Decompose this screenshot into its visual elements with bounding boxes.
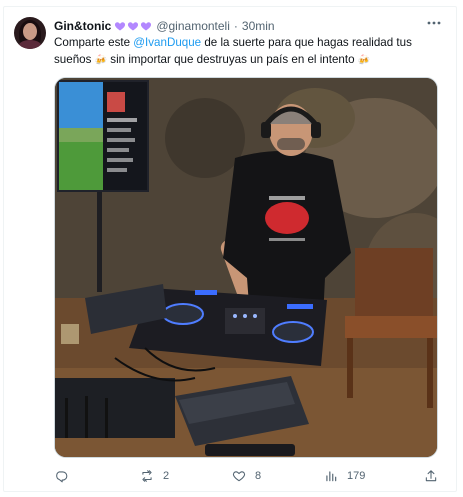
- author-avatar[interactable]: [14, 17, 46, 49]
- beer-emoji-icon: 🍻: [94, 54, 108, 66]
- more-options-icon[interactable]: [426, 15, 442, 31]
- tweet-header: Gin&tonic @ginamonteli · 30min: [54, 17, 275, 35]
- mention-link[interactable]: @IvanDuque: [133, 36, 201, 49]
- separator-dot: ·: [233, 19, 238, 33]
- photo-dj-icon: [55, 78, 437, 457]
- purple-heart-icon: [141, 22, 152, 31]
- purple-heart-icon: [128, 22, 139, 31]
- tweet-text-before: Comparte este: [54, 36, 134, 49]
- author-handle[interactable]: @ginamonteli: [156, 19, 230, 33]
- retweet-count: 2: [163, 470, 170, 482]
- reply-icon: [56, 471, 68, 483]
- retweet-button[interactable]: 2: [140, 465, 169, 487]
- tweet-text-after: sin importar que destruyas un país en el…: [107, 52, 358, 66]
- tweet-time[interactable]: 30min: [242, 19, 275, 33]
- avatar-shirt: [18, 40, 42, 49]
- author-display-name[interactable]: Gin&tonic: [54, 19, 111, 33]
- share-button[interactable]: [424, 465, 438, 487]
- purple-hearts: [114, 20, 152, 32]
- purple-heart-icon: [115, 22, 126, 31]
- views-button[interactable]: 179: [324, 465, 365, 487]
- heart-icon: [232, 471, 246, 482]
- tweet-actions: 2 8 179: [54, 465, 444, 487]
- reply-button[interactable]: [54, 465, 77, 487]
- avatar-face: [23, 23, 37, 40]
- tweet-text: Comparte este @IvanDuque de la suerte pa…: [54, 35, 449, 69]
- like-button[interactable]: 8: [232, 465, 261, 487]
- share-icon: [425, 470, 437, 482]
- like-count: 8: [255, 470, 262, 482]
- beer-emoji-icon-end: 🍻: [357, 54, 371, 66]
- tweet-media-photo[interactable]: [54, 77, 438, 458]
- views-count: 179: [347, 470, 366, 482]
- tweet-card[interactable]: Gin&tonic @ginamonteli · 30min Comparte …: [3, 6, 457, 492]
- retweet-icon: [142, 470, 152, 482]
- bar-chart-icon: [326, 471, 337, 482]
